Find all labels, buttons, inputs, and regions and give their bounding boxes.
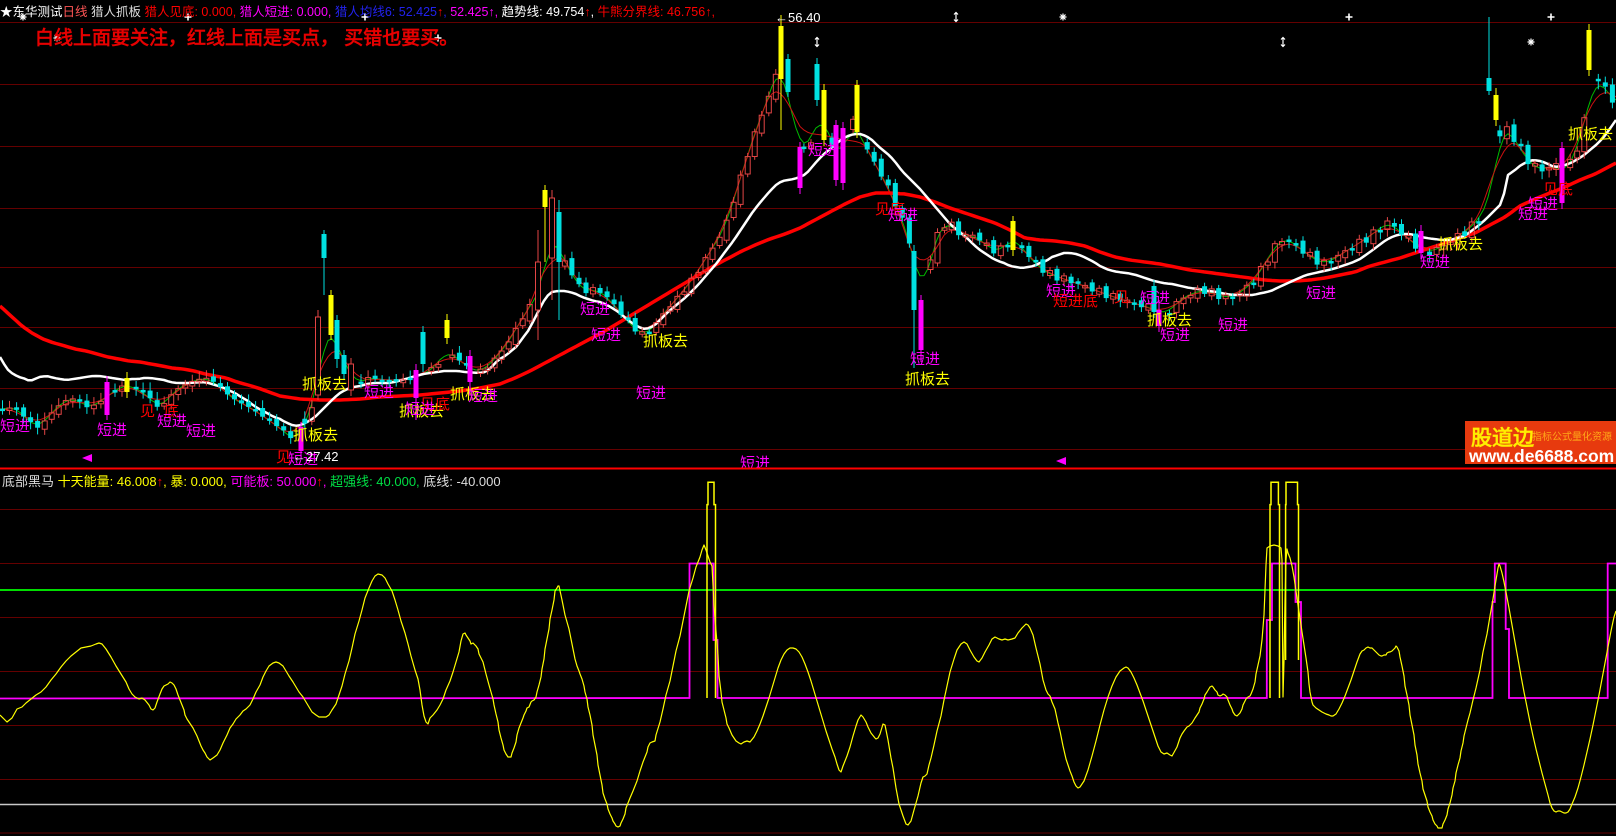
svg-text:抓板去: 抓板去: [643, 332, 688, 350]
svg-text:短进: 短进: [405, 401, 435, 418]
svg-text:见: 见: [276, 449, 291, 466]
svg-text:短进: 短进: [910, 351, 940, 368]
svg-text:短进: 短进: [1218, 317, 1248, 334]
svg-text:短进: 短进: [1306, 285, 1336, 302]
svg-text:抓板去: 抓板去: [1568, 125, 1613, 143]
svg-text:www.de6688.com: www.de6688.com: [1468, 446, 1614, 466]
svg-text:短进: 短进: [0, 418, 30, 435]
svg-text:短进: 短进: [580, 301, 610, 318]
svg-text:见: 见: [140, 403, 155, 420]
svg-text:短进: 短进: [186, 423, 216, 440]
svg-text:短进: 短进: [808, 142, 838, 159]
svg-text:短进: 短进: [1528, 196, 1558, 213]
svg-text:短进: 短进: [157, 413, 187, 430]
svg-text:短进: 短进: [1160, 327, 1190, 344]
svg-text:短进: 短进: [591, 327, 621, 344]
svg-text:抓板去: 抓板去: [293, 426, 338, 444]
svg-text:见底: 见底: [1543, 181, 1573, 198]
svg-text:←27.42: ←27.42: [293, 449, 339, 464]
svg-text:短进: 短进: [364, 384, 394, 401]
svg-text:短进: 短进: [97, 422, 127, 439]
svg-text:短进: 短进: [468, 388, 498, 405]
svg-text:指标公式量化资源: 指标公式量化资源: [1532, 430, 1612, 443]
svg-text:抓板去: 抓板去: [1438, 235, 1483, 253]
svg-text:短进: 短进: [1140, 290, 1170, 307]
svg-text:短进底: 短进底: [1053, 293, 1098, 310]
svg-text:见: 见: [1114, 289, 1129, 306]
svg-text:抓板去: 抓板去: [302, 375, 347, 393]
svg-text:抓板去: 抓板去: [905, 370, 950, 388]
svg-text:短进: 短进: [636, 385, 666, 402]
svg-text:短进: 短进: [888, 207, 918, 224]
svg-text:短进: 短进: [1420, 254, 1450, 271]
